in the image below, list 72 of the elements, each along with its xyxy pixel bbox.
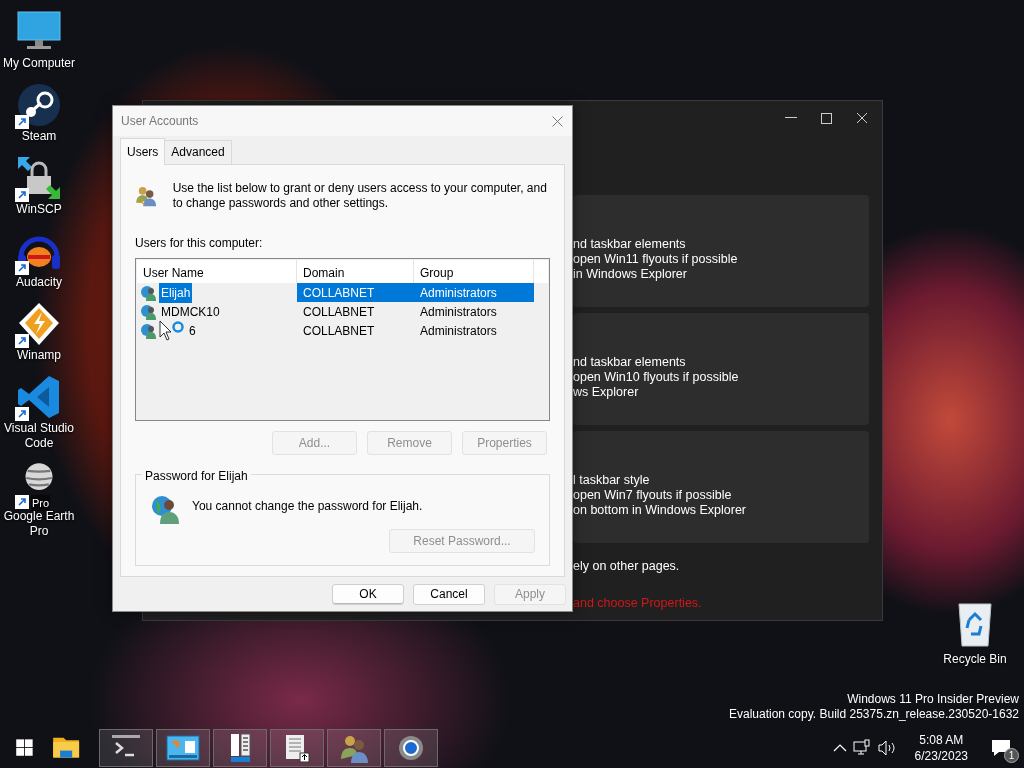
option-text: on bottom in Windows Explorer: [573, 503, 747, 518]
notification-count: 1: [1004, 748, 1019, 763]
option-text: l taskbar style: [573, 473, 651, 488]
option-card[interactable]: l taskbar style open Win7 flyouts if possible on bottom in Windows Explorer: [573, 431, 869, 543]
option-card[interactable]: nd taskbar elements open Win11 flyouts if possible in Windows Explorer: [573, 195, 869, 307]
padlock-icon[interactable]: [15, 154, 63, 202]
option-text: ws Explorer: [573, 385, 640, 400]
option-text: open Win11 flyouts if possible: [573, 252, 739, 267]
option-card[interactable]: nd taskbar elements open Win10 flyouts if possible ws Explorer: [573, 313, 869, 425]
option-text: nd taskbar elements: [573, 355, 687, 370]
option-text: open Win7 flyouts if possible: [573, 488, 733, 503]
user-globe-icon: [141, 303, 157, 320]
clock-time: 5:08 AM: [918, 732, 965, 748]
option-text: open Win10 flyouts if possible: [573, 370, 740, 385]
document-upload-icon[interactable]: [270, 729, 324, 767]
chevron-up-icon[interactable]: [832, 744, 847, 752]
list-label: Users for this computer:: [135, 235, 264, 252]
user-globe-icon: [141, 322, 157, 339]
note-text: ely on other pages.: [573, 558, 681, 575]
window-title: User Accounts: [121, 113, 200, 130]
clock-date: 6/23/2023: [914, 748, 968, 764]
icon-label: Visual Studio Code: [3, 421, 75, 451]
terminal-icon[interactable]: [99, 729, 153, 767]
recycle-bin-icon[interactable]: [955, 600, 995, 648]
password-message: You cannot change the password for Elijah.: [192, 498, 423, 515]
warning-text: and choose Properties.: [573, 594, 703, 612]
icon-label: WinSCP: [16, 202, 62, 217]
speaker-icon[interactable]: [876, 740, 897, 756]
instructions-text: Use the list below to grant or deny users access to your computer, and to change passwords and other settings.: [172, 180, 548, 211]
table-cell-text: COLLABNET: [302, 322, 376, 340]
table-cell-text: COLLABNET: [302, 284, 376, 302]
shortcut-arrow-icon: [15, 115, 29, 129]
close-icon: [551, 115, 563, 127]
close-icon[interactable]: [856, 112, 868, 124]
diagram-icon[interactable]: [156, 729, 210, 767]
user-globe-icon: [150, 493, 182, 525]
icon-label: My Computer: [3, 56, 75, 71]
ok-button[interactable]: OK: [332, 583, 404, 605]
cancel-button[interactable]: Cancel: [413, 583, 485, 605]
user-name[interactable]: 6: [187, 320, 198, 341]
shortcut-arrow-icon: [15, 407, 29, 421]
option-text: nd taskbar elements: [573, 237, 687, 252]
icon-label: Winamp: [17, 348, 61, 363]
shortcut-arrow-icon: [15, 261, 29, 275]
user-name[interactable]: Elijah: [159, 282, 193, 303]
table-cell-text: Administrators: [419, 284, 498, 302]
steam-logo-icon[interactable]: [15, 81, 63, 129]
tab[interactable]: Users: [120, 138, 166, 165]
shortcut-arrow-icon: [15, 334, 29, 348]
column-panel-icon[interactable]: [213, 729, 267, 767]
edition-text: Evaluation copy. Build 25375.zn_release.230520-1632: [729, 707, 1019, 722]
icon-label: Recycle Bin: [943, 652, 1007, 667]
user-name[interactable]: MDMCK10: [159, 301, 222, 322]
network-icon[interactable]: [852, 739, 871, 757]
users-icon[interactable]: [327, 729, 381, 767]
badge-text: Pro: [31, 494, 51, 511]
icon-label: Google Earth Pro: [2, 509, 76, 539]
table-cell-text: Administrators: [419, 322, 498, 340]
minimize-icon[interactable]: [785, 117, 797, 119]
icon-label: Audacity: [16, 275, 62, 290]
clock[interactable]: 5:08 AM 6/23/2023: [908, 731, 974, 765]
edition-text: Windows 11 Pro Insider Preview: [846, 692, 1019, 707]
option-text: in Windows Explorer: [573, 267, 688, 282]
icon-label: Steam: [21, 129, 57, 144]
table-cell-text: Administrators: [419, 303, 498, 321]
shortcut-arrow-icon: [15, 495, 29, 509]
tab[interactable]: Advanced: [164, 140, 232, 164]
user-globe-icon: [141, 284, 157, 301]
table-cell-text: COLLABNET: [302, 303, 376, 321]
maximize-icon[interactable]: [821, 112, 832, 124]
shortcut-arrow-icon: [15, 188, 29, 202]
settings-icon[interactable]: [384, 729, 438, 767]
